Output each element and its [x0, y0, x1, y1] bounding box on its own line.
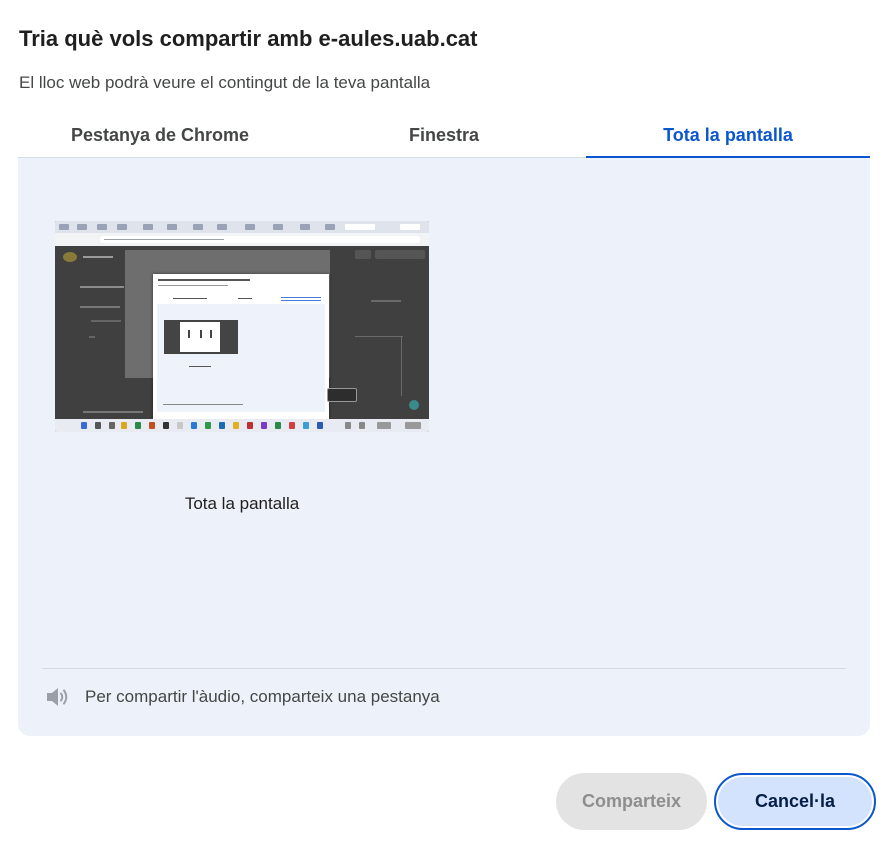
panel-divider: [42, 668, 846, 669]
preview-addressbar: [55, 233, 429, 246]
cancel-button[interactable]: Cancel·la: [714, 773, 876, 830]
tab-window[interactable]: Finestra: [302, 114, 586, 157]
share-source-panel: Tota la pantalla Per compartir l'àudio, …: [18, 158, 870, 736]
share-button[interactable]: Comparteix: [556, 773, 707, 830]
preview-taskbar: [55, 419, 429, 432]
preview-page: [55, 246, 429, 432]
tab-entire-screen[interactable]: Tota la pantalla: [586, 114, 870, 159]
speaker-icon: [44, 685, 70, 709]
dialog-subtitle: El lloc web podrà veure el contingut de …: [19, 73, 431, 92]
preview-tabbar: [55, 221, 429, 233]
screen-preview-thumbnail[interactable]: [55, 221, 429, 432]
dialog-title: Tria què vols compartir amb e-aules.uab.…: [19, 26, 478, 51]
preview-label: Tota la pantalla: [184, 494, 300, 513]
tab-chrome-tab[interactable]: Pestanya de Chrome: [18, 114, 302, 157]
audio-share-hint: Per compartir l'àudio, comparteix una pe…: [44, 685, 440, 709]
share-source-tabs: Pestanya de Chrome Finestra Tota la pant…: [18, 114, 870, 159]
audio-hint-text: Per compartir l'àudio, comparteix una pe…: [85, 687, 440, 706]
